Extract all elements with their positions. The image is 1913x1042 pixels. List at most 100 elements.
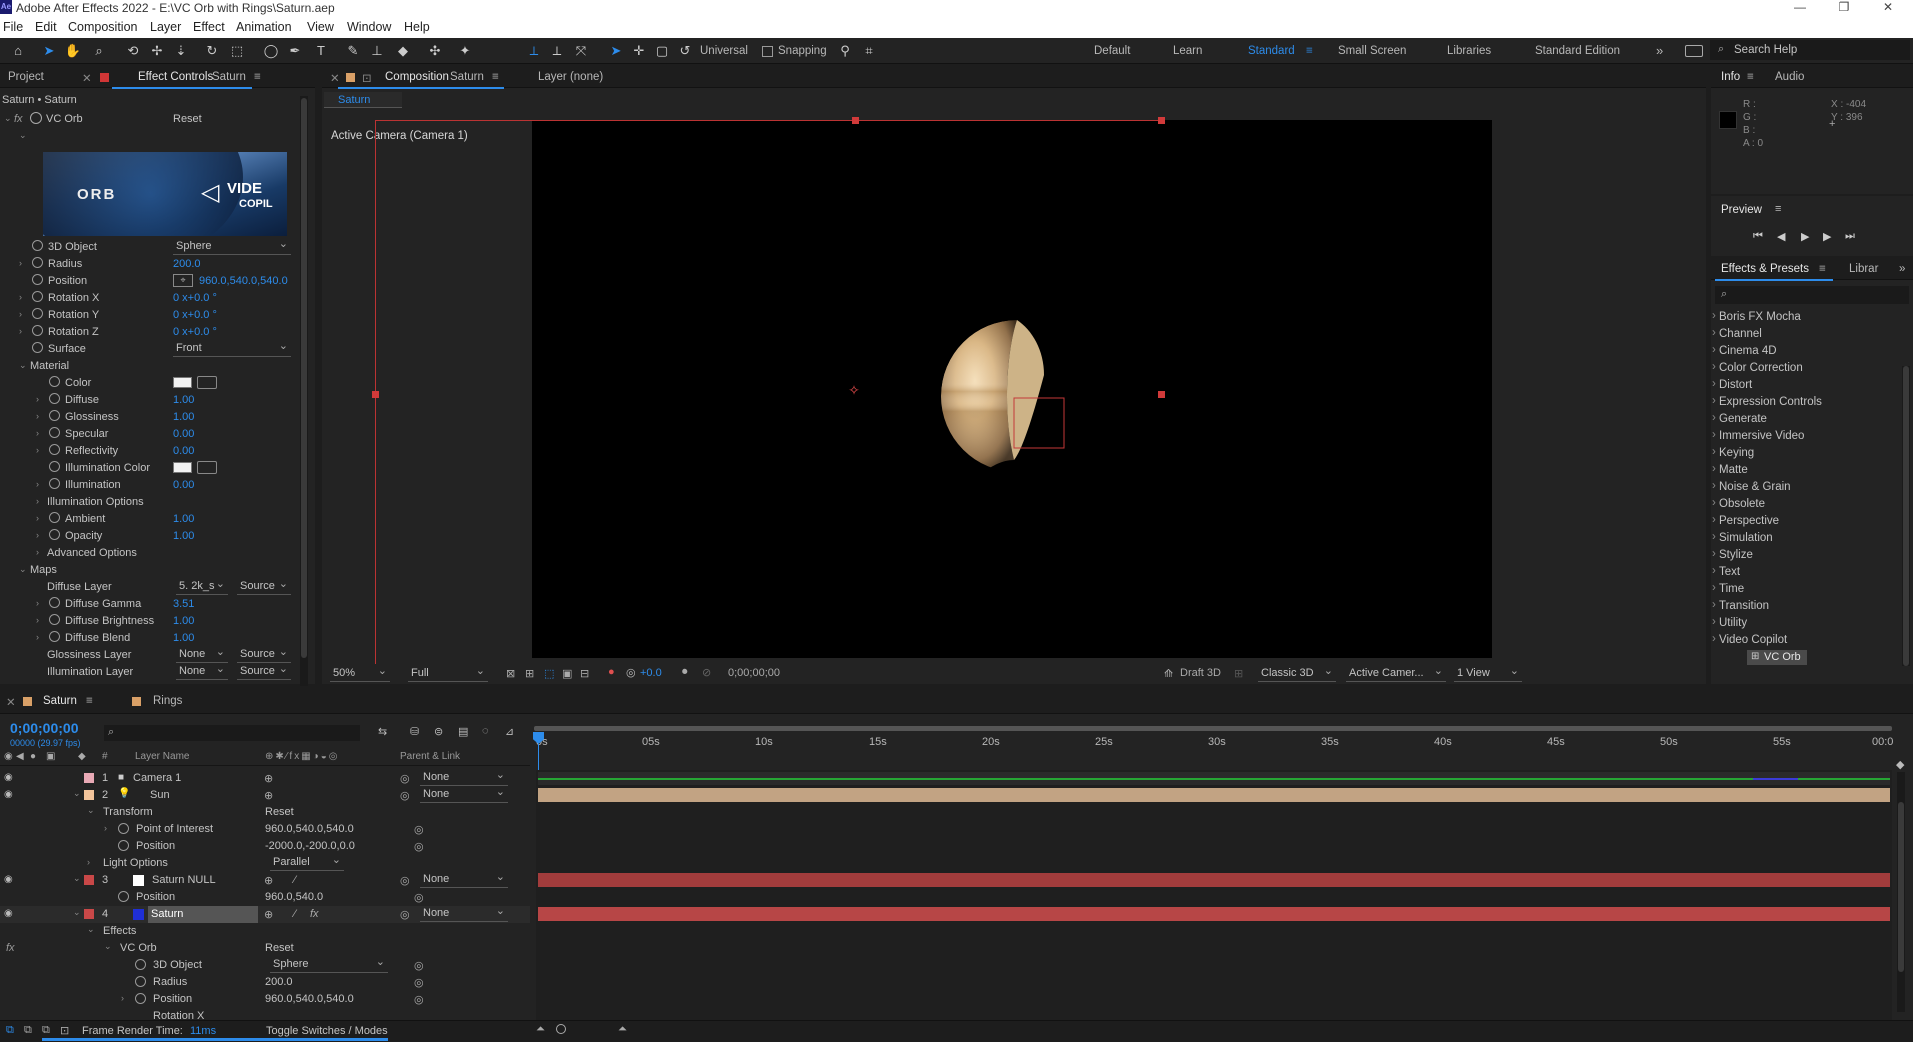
transform-group[interactable]: ⌄ Transform Reset [0, 804, 530, 821]
ep-item[interactable]: Transition [1712, 599, 1769, 612]
3d-switch-icon[interactable]: ⊕ [264, 789, 273, 802]
camera-handle[interactable] [852, 117, 859, 124]
pickwhip-icon[interactable]: ◎ [414, 840, 424, 853]
menu-help[interactable]: Help [404, 20, 430, 34]
scrollbar-thumb[interactable] [1903, 366, 1909, 666]
radius-value[interactable]: 200.0 [173, 258, 201, 270]
color-management-icon[interactable]: ◎ [626, 666, 636, 679]
dolly-tool-icon[interactable]: ⇣ [172, 42, 190, 60]
workspace-default[interactable]: Default [1094, 45, 1130, 57]
workspace-menu-icon[interactable]: ≡ [1306, 45, 1313, 57]
tab-timeline-saturn[interactable]: Saturn [43, 695, 77, 707]
rotation-z-value[interactable]: 0 x+0.0 ° [173, 326, 217, 338]
position-crosshair-icon[interactable]: ⌖ [173, 274, 193, 287]
parent-dropdown[interactable]: None [420, 768, 508, 786]
tab-audio[interactable]: Audio [1775, 71, 1804, 83]
stopwatch-icon[interactable] [49, 376, 60, 387]
camera-handle[interactable] [1158, 117, 1165, 124]
stopwatch-icon[interactable] [32, 257, 43, 268]
camera-track-bar[interactable] [538, 772, 1890, 785]
show-snapshot-icon[interactable]: ⊘ [702, 666, 711, 679]
timeline-scrollbar[interactable] [1897, 772, 1905, 1012]
pan-behind-tool-icon[interactable]: ⬚ [228, 42, 246, 60]
expand-arrow-icon[interactable]: › [121, 993, 124, 1003]
effect-controls-scrollbar[interactable] [300, 96, 308, 686]
zoom-dropdown[interactable]: 50% [330, 664, 390, 682]
pickwhip-icon[interactable]: ◎ [414, 891, 424, 904]
video-toggle-icon[interactable]: ◉ [4, 751, 13, 762]
pickwhip-icon[interactable]: ◎ [414, 959, 424, 972]
comp-viewer[interactable] [532, 120, 1492, 658]
stopwatch-icon[interactable] [32, 342, 43, 353]
layer-name[interactable]: Camera 1 [133, 772, 181, 784]
lock-toggle-icon[interactable]: ▣ [46, 751, 55, 762]
parent-dropdown[interactable]: None [420, 870, 508, 888]
stopwatch-icon[interactable] [135, 993, 146, 1004]
home-icon[interactable]: ⌂ [9, 42, 27, 60]
expand-arrow-icon[interactable]: › [104, 823, 107, 833]
tab-info[interactable]: Info [1721, 71, 1740, 83]
type-tool-icon[interactable]: T [312, 42, 330, 60]
rotate-gizmo-icon[interactable]: ↺ [676, 42, 694, 60]
scrollbar-thumb[interactable] [301, 98, 307, 658]
material-group[interactable]: ⌄ Material [0, 358, 300, 375]
timeline-end-marker-icon[interactable]: ◆ [1896, 758, 1908, 771]
glossiness-source-dropdown[interactable]: Source [237, 645, 291, 663]
camera-view-dropdown[interactable]: Active Camer... [1346, 664, 1446, 682]
saturn-track-bar[interactable] [538, 907, 1890, 921]
anchor-point-icon[interactable]: ✧ [846, 382, 862, 398]
tab-effect-layer[interactable]: Saturn [212, 71, 246, 83]
layer-label-color[interactable] [84, 875, 94, 885]
layer-label-color[interactable] [84, 909, 94, 919]
eyedropper-icon[interactable] [197, 376, 217, 389]
layer-row-sun[interactable]: ◉ ⌄ 2 💡 Sun ⊕ ◎ None [0, 785, 530, 804]
close-icon[interactable]: ✕ [1866, 0, 1910, 16]
timeline-search-input[interactable]: ⌕ [104, 725, 360, 741]
current-time[interactable]: 0;00;00;00 [728, 667, 780, 679]
expand-arrow-icon[interactable]: › [36, 411, 39, 421]
graph-editor-icon[interactable]: ⊿ [505, 725, 514, 738]
snap-options-icon[interactable]: ⚲ [836, 42, 854, 60]
last-frame-icon[interactable]: ⏭ [1845, 230, 1855, 243]
effects-search-input[interactable]: ⌕ [1715, 286, 1909, 304]
comp-mini-flowchart-icon[interactable]: ⇆ [378, 725, 387, 738]
tab-timeline-rings[interactable]: Rings [153, 695, 182, 707]
preview-menu-icon[interactable]: ≡ [1775, 203, 1781, 215]
view-layout-dropdown[interactable]: 1 View [1454, 664, 1522, 682]
scrollbar-thumb[interactable] [1898, 802, 1904, 972]
ep-item[interactable]: Noise & Grain [1712, 480, 1791, 493]
stopwatch-icon[interactable] [49, 529, 60, 540]
universal-select-icon[interactable]: ➤ [607, 42, 625, 60]
orbit-tool-icon[interactable]: ⟲ [124, 42, 142, 60]
eye-icon[interactable]: ◉ [4, 874, 13, 885]
tab-effects-presets[interactable]: Effects & Presets [1721, 263, 1809, 275]
maps-group[interactable]: ⌄ Maps [0, 562, 300, 579]
local-axis-icon[interactable]: ⟂ [525, 42, 543, 60]
menu-layer[interactable]: Layer [150, 20, 181, 34]
pickwhip-icon[interactable]: ◎ [400, 789, 410, 802]
region-of-interest-icon[interactable]: ▣ [562, 667, 572, 680]
expand-arrow-icon[interactable]: › [36, 547, 39, 557]
ep-item[interactable]: Generate [1712, 412, 1767, 425]
vc-orb-reset-button[interactable]: Reset [265, 942, 294, 954]
stopwatch-icon[interactable] [118, 823, 129, 834]
zoom-in-icon[interactable]: ⏶ [618, 1023, 627, 1036]
stopwatch-icon[interactable] [49, 427, 60, 438]
brush-tool-icon[interactable]: ✎ [344, 42, 362, 60]
zoom-slider-handle[interactable] [556, 1024, 566, 1034]
stopwatch-icon[interactable] [32, 325, 43, 336]
ep-item[interactable]: Immersive Video [1712, 429, 1804, 442]
workspace-standard[interactable]: Standard [1248, 45, 1295, 57]
ep-item[interactable]: Text [1712, 565, 1740, 578]
ep-item[interactable]: Keying [1712, 446, 1754, 459]
close-project-tab-icon[interactable]: ✕ [82, 71, 92, 85]
ep-item[interactable]: Boris FX Mocha [1712, 310, 1801, 323]
roto-brush-tool-icon[interactable]: ✣ [426, 42, 444, 60]
layer-name[interactable]: Saturn NULL [152, 874, 216, 886]
lock-icon[interactable]: ⊡ [362, 71, 372, 85]
expand-arrow-icon[interactable]: › [36, 513, 39, 523]
expand-arrow-icon[interactable]: › [36, 615, 39, 625]
label-column-icon[interactable]: ◆ [78, 751, 86, 762]
stopwatch-icon[interactable] [49, 478, 60, 489]
menu-view[interactable]: View [307, 20, 334, 34]
